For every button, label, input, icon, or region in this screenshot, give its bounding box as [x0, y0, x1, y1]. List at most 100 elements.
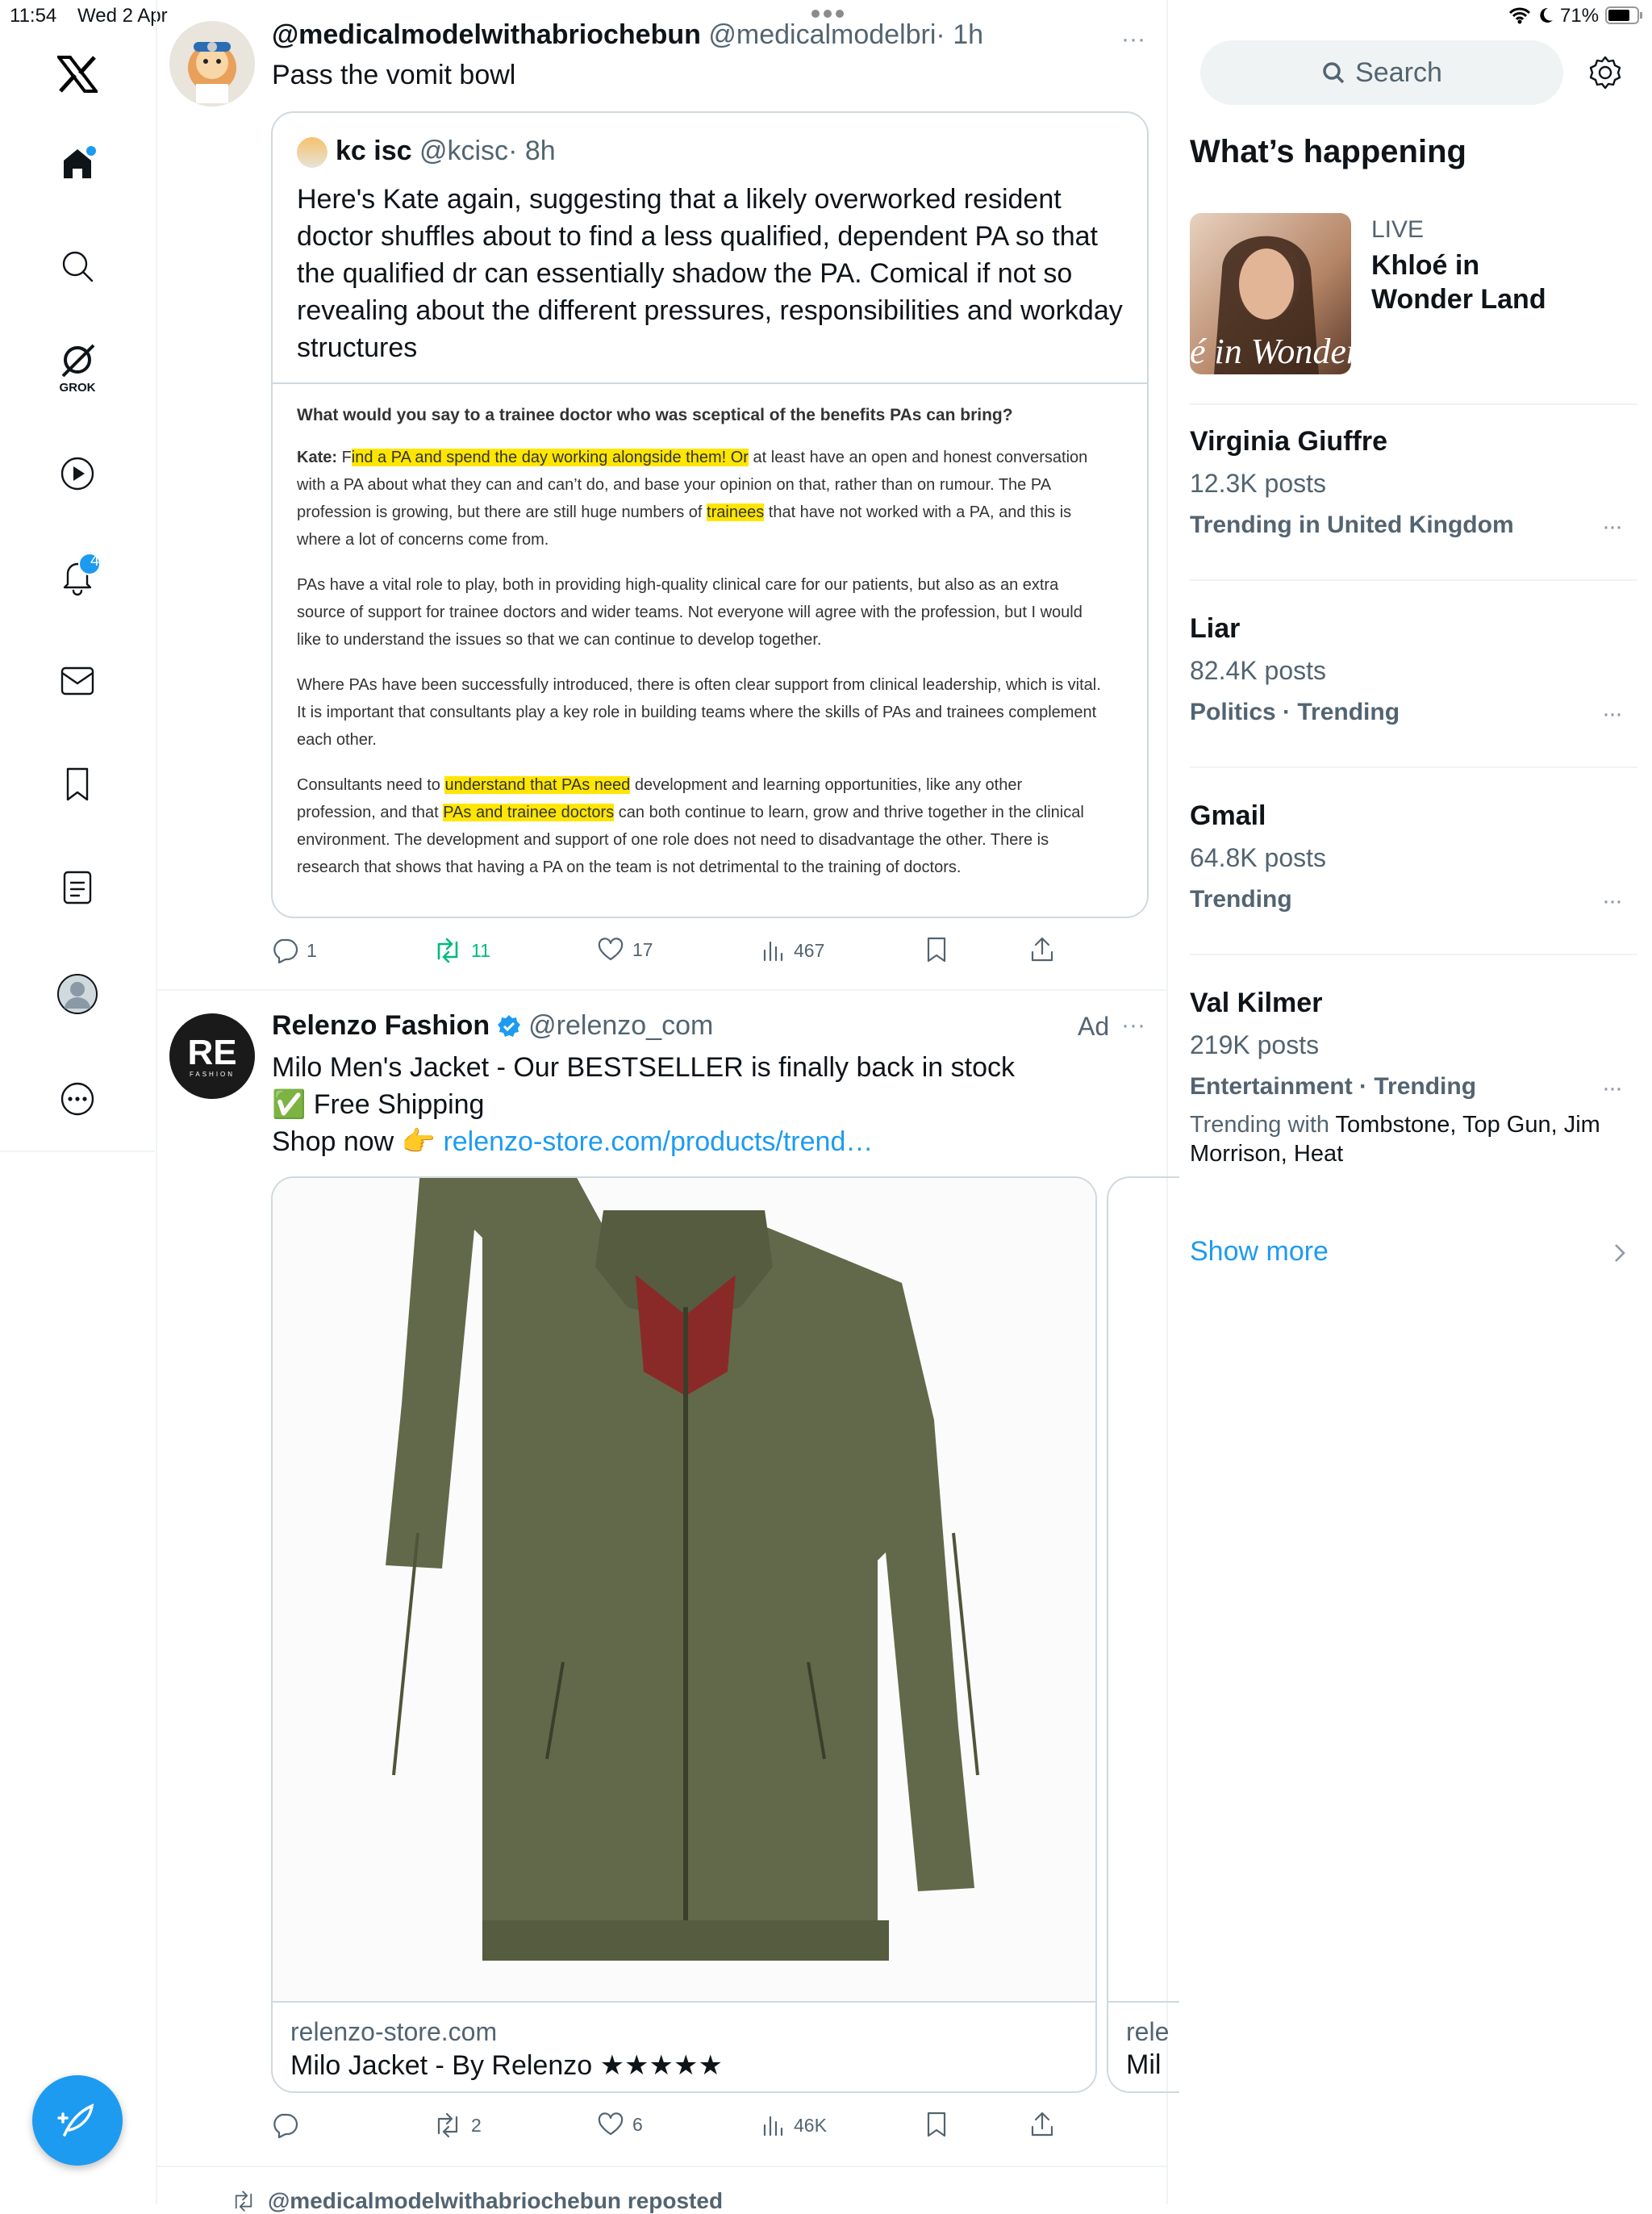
bookmark-button[interactable]: [924, 936, 949, 963]
live-thumbnail-text: é in Wonder L: [1190, 332, 1351, 371]
like-count: 6: [632, 2113, 643, 2135]
home-icon[interactable]: [42, 127, 113, 198]
doc-paragraph-4: Consultants need to understand that PAs …: [297, 771, 1103, 881]
grok-icon[interactable]: GROK: [42, 332, 113, 403]
status-time: 11:54: [10, 5, 57, 27]
verified-badge-icon: [498, 1014, 521, 1037]
reply-button[interactable]: [271, 2112, 298, 2138]
tweet-divider: [157, 2166, 1166, 2167]
avatar[interactable]: RE FASHION: [169, 1013, 255, 1099]
nav-divider: [0, 1151, 155, 1152]
like-button[interactable]: 6: [597, 2112, 643, 2137]
search-icon[interactable]: [42, 231, 113, 302]
author-name[interactable]: Relenzo Fashion: [272, 1010, 490, 1042]
status-date: Wed 2 Apr: [77, 5, 168, 27]
trend-more-icon[interactable]: ···: [1602, 888, 1623, 915]
repost-context-text: @medicalmodelwithabriochebun reposted: [268, 2188, 724, 2213]
author-handle[interactable]: @relenzo_com: [528, 1010, 713, 1042]
jacket-image: [273, 1178, 1095, 2001]
doc-question: What would you say to a trainee doctor w…: [297, 406, 1013, 424]
whats-happening-heading: What’s happening: [1190, 134, 1466, 169]
trend-item[interactable]: Gmail 64.8K posts Trending ···: [1190, 800, 1637, 915]
like-count: 17: [632, 938, 653, 960]
more-icon[interactable]: [42, 1063, 113, 1134]
notifications-icon[interactable]: 4: [42, 541, 113, 612]
x-logo-icon[interactable]: [42, 39, 113, 110]
tweet-divider: [157, 989, 1166, 991]
view-count: 46K: [794, 2114, 827, 2136]
battery-percent: 71%: [1560, 5, 1600, 27]
trend-more-icon[interactable]: ···: [1602, 1075, 1623, 1102]
like-button[interactable]: 17: [597, 938, 653, 962]
trend-count: 82.4K posts: [1190, 656, 1326, 685]
ad-text-line-3: Shop now 👉: [272, 1126, 444, 1157]
lists-icon[interactable]: [42, 852, 113, 923]
wifi-icon: [1508, 6, 1531, 24]
trend-item[interactable]: Virginia Giuffre 12.3K posts Trending in…: [1190, 426, 1637, 541]
quoted-tweet[interactable]: kc isc @kcisc· 8h Here's Kate again, sug…: [271, 111, 1149, 918]
share-button[interactable]: [1029, 2111, 1055, 2138]
show-more-label: Show more: [1190, 1236, 1329, 1267]
trend-item[interactable]: Liar 82.4K posts Politics · Trending ···: [1190, 613, 1637, 728]
trending-with-label: Trending with: [1190, 1112, 1336, 1138]
views-button[interactable]: 467: [761, 938, 824, 963]
trend-more-icon[interactable]: ···: [1602, 700, 1623, 728]
moon-icon: [1537, 6, 1554, 24]
share-icon: [1031, 2112, 1053, 2137]
doc-highlight: trainees: [707, 503, 765, 521]
ad-card-1[interactable]: relenzo-store.com Milo Jacket - By Relen…: [271, 1176, 1097, 2093]
trend-subtitle: Trending in United Kingdom: [1190, 512, 1514, 538]
trend-divider: [1190, 579, 1637, 581]
repost-icon: [235, 2191, 252, 2212]
ad-card-2[interactable]: rele Mil: [1107, 1176, 1179, 2093]
profile-avatar-icon[interactable]: [42, 959, 113, 1030]
ad-link[interactable]: relenzo-store.com/products/trend…: [443, 1126, 873, 1157]
card-divider: [273, 2001, 1095, 2003]
search-input[interactable]: Search: [1200, 40, 1563, 105]
grok-label: GROK: [59, 380, 96, 395]
share-button[interactable]: [1029, 936, 1055, 963]
card-divider: [1108, 2001, 1179, 2003]
share-icon: [1031, 937, 1053, 962]
video-icon[interactable]: [42, 438, 113, 509]
quote-author-name: kc isc: [336, 136, 412, 166]
avatar[interactable]: [169, 21, 255, 107]
trend-count: 219K posts: [1190, 1030, 1320, 1059]
reply-button[interactable]: 1: [271, 938, 317, 963]
author-name[interactable]: @medicalmodelwithabriochebun: [272, 19, 701, 50]
chevron-right-icon: [1615, 1244, 1625, 1262]
live-title: Khloé in Wonder Land: [1371, 250, 1546, 315]
author-handle[interactable]: @medicalmodelbri: [708, 19, 936, 50]
trend-more-icon[interactable]: ···: [1602, 513, 1623, 541]
messages-icon[interactable]: [42, 645, 113, 716]
views-button[interactable]: 46K: [761, 2112, 827, 2138]
compose-button[interactable]: [32, 2075, 123, 2166]
tweet-more-icon[interactable]: ···: [1121, 1012, 1145, 1039]
ad-avatar-text: RE: [187, 1032, 237, 1072]
bookmark-button[interactable]: [924, 2111, 949, 2138]
reply-icon: [273, 938, 298, 963]
multitask-dots[interactable]: [810, 8, 845, 19]
repost-button[interactable]: 2: [432, 2112, 482, 2138]
settings-gear-icon[interactable]: [1587, 55, 1623, 90]
bookmarks-icon[interactable]: [42, 749, 113, 820]
bookmark-icon: [927, 2112, 946, 2137]
reply-icon: [273, 2113, 298, 2138]
tweet-time[interactable]: · 1h: [936, 19, 983, 50]
heart-icon: [598, 2112, 624, 2136]
trend-item[interactable]: Val Kilmer 219K posts Entertainment · Tr…: [1190, 988, 1637, 1168]
quote-avatar: [297, 137, 327, 168]
show-more-link[interactable]: Show more: [1190, 1236, 1637, 1268]
trend-name: Virginia Giuffre: [1190, 426, 1387, 457]
live-label: LIVE: [1371, 216, 1425, 243]
tweet-more-icon[interactable]: ···: [1121, 26, 1145, 53]
trending-with: Trending with Tombstone, Top Gun, Jim Mo…: [1190, 1110, 1625, 1168]
card-domain: rele: [1126, 2017, 1170, 2046]
doc-highlight: ind a PA and spend the day working along…: [351, 449, 749, 466]
quote-author-handle: @kcisc: [419, 136, 509, 166]
ad-text-line-2: ✅ Free Shipping: [272, 1089, 485, 1120]
heart-icon: [598, 938, 624, 961]
repost-button[interactable]: 11: [432, 938, 490, 963]
repost-context[interactable]: @medicalmodelwithabriochebun reposted: [231, 2188, 723, 2214]
trend-name: Gmail: [1190, 800, 1266, 831]
